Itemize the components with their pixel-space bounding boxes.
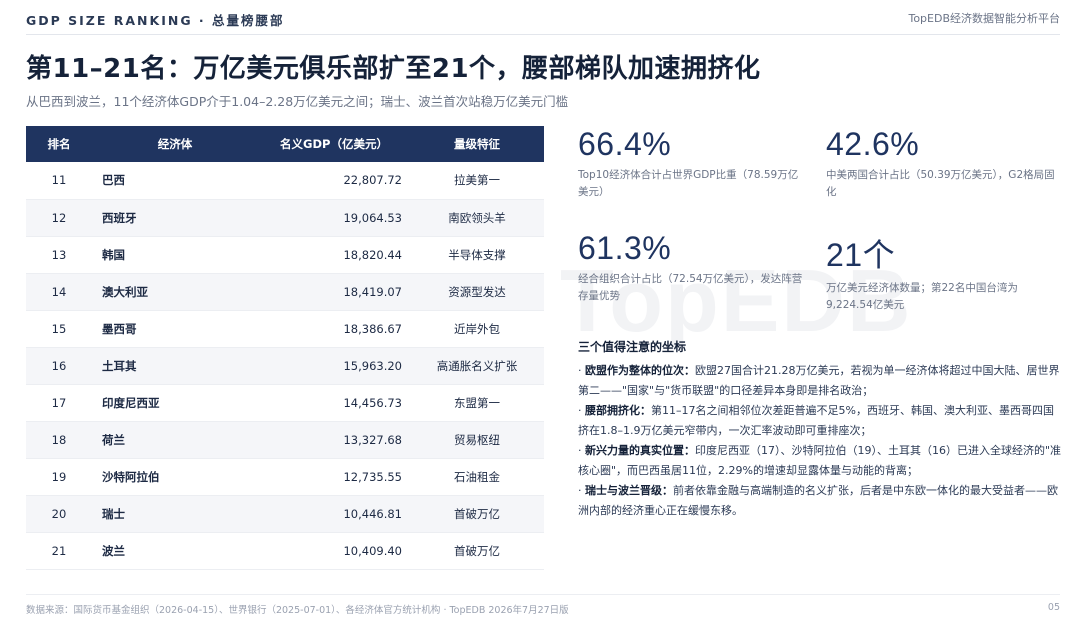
cell-gdp: 14,456.73 [343,395,402,410]
notes-section: 三个值得注意的坐标 · 欧盟作为整体的位次：欧盟27国合计21.28万亿美元，若… [578,338,1064,521]
cell-gdp: 19,064.53 [343,210,402,225]
notes-title: 三个值得注意的坐标 [578,340,687,354]
cell-economy: 沙特阿拉伯 [102,469,160,484]
note-lead: 欧盟作为整体的位次： [585,364,695,377]
cell-economy: 印度尼西亚 [102,395,160,410]
table-row: 11 巴西 22,807.72 拉美第一 [26,162,544,199]
page-title: 第11–21名：万亿美元俱乐部扩至21个，腰部梯队加速拥挤化 [26,54,761,84]
cell-economy: 墨西哥 [102,321,137,336]
cell-gdp: 18,386.67 [343,321,402,336]
top-bar: GDP SIZE RANKING · 总量榜腰部 TopEDB经济数据智能分析平… [26,10,1060,30]
cell-rank: 20 [51,506,67,521]
cell-rank: 15 [51,321,67,336]
cell-feature: 首破万亿 [454,506,500,521]
cell-gdp: 18,820.44 [343,247,402,262]
cell-feature: 半导体支撑 [448,247,506,262]
stat-card: 21个 万亿美元经济体数量；第22名中国台湾为9,224.54亿美元 [826,230,1056,314]
stat-description: Top10经济体合计占世界GDP比重（78.59万亿美元） [578,169,799,198]
cell-economy: 波兰 [102,543,125,558]
table-row: 21 波兰 10,409.40 首破万亿 [26,532,544,569]
page-number: 05 [1047,602,1060,613]
table-row: 18 荷兰 13,327.68 贸易枢纽 [26,421,544,458]
table-row: 15 墨西哥 18,386.67 近岸外包 [26,310,544,347]
cell-gdp: 13,327.68 [343,432,402,447]
cell-rank: 14 [51,284,67,299]
cell-feature: 高通胀名义扩张 [436,358,518,373]
stat-value: 61.3% [578,230,672,266]
bottom-divider [26,594,1060,595]
stat-description: 经合组织合计占比（72.54万亿美元），发达阵营存量优势 [578,273,803,302]
cell-rank: 16 [51,358,67,373]
cell-feature: 东盟第一 [454,395,500,410]
cell-feature: 近岸外包 [454,321,500,336]
note-lead: 腰部拥挤化： [585,404,651,417]
cell-economy: 瑞士 [102,506,125,521]
header-economy: 经济体 [157,137,193,151]
stat-card: 61.3% 经合组织合计占比（72.54万亿美元），发达阵营存量优势 [578,230,808,305]
table-row: 13 韩国 18,820.44 半导体支撑 [26,236,544,273]
source-footnote: 数据来源：国际货币基金组织（2026-04-15）、世界银行（2025-07-0… [26,605,569,616]
header-gdp: 名义GDP（亿美元） [280,137,388,151]
cell-rank: 17 [51,395,67,410]
section-label: GDP SIZE RANKING · 总量榜腰部 [26,13,285,28]
cell-economy: 巴西 [102,173,125,188]
cell-feature: 石油租金 [454,469,500,484]
cell-gdp: 10,446.81 [343,506,402,521]
cell-rank: 19 [51,469,67,484]
cell-feature: 首破万亿 [454,543,500,558]
cell-economy: 土耳其 [102,358,137,373]
cell-rank: 13 [51,247,67,262]
cell-gdp: 18,419.07 [343,284,402,299]
table-row: 16 土耳其 15,963.20 高通胀名义扩张 [26,347,544,384]
cell-economy: 西班牙 [102,210,137,225]
stat-value: 66.4% [578,126,672,162]
cell-gdp: 10,409.40 [343,543,402,558]
table-header-row: 排名 经济体 名义GDP（亿美元） 量级特征 [26,126,544,162]
stat-value: 21个 [826,237,896,273]
header-rank: 排名 [47,137,71,151]
cell-feature: 贸易枢纽 [454,432,500,447]
ranking-table: 排名 经济体 名义GDP（亿美元） 量级特征 11 巴西 22,807.72 拉美第一… [26,126,544,570]
note-item: · 瑞士与波兰晋级：前者依靠金融与高端制造的名义扩张，后者是中东欧一体化的最大受… [578,484,1058,517]
brand-label: TopEDB经济数据智能分析平台 [908,12,1060,25]
cell-gdp: 15,963.20 [343,358,402,373]
stat-card: 42.6% 中美两国合计占比（50.39万亿美元），G2格局固化 [826,126,1056,201]
cell-economy: 韩国 [102,247,125,262]
table-row: 14 澳大利亚 18,419.07 资源型发达 [26,273,544,310]
stat-card: 66.4% Top10经济体合计占世界GDP比重（78.59万亿美元） [578,126,808,201]
header-feature: 量级特征 [454,137,500,151]
note-item: · 欧盟作为整体的位次：欧盟27国合计21.28万亿美元，若视为单一经济体将超过… [578,364,1060,397]
table-row: 20 瑞士 10,446.81 首破万亿 [26,495,544,532]
stat-description: 中美两国合计占比（50.39万亿美元），G2格局固化 [826,169,1055,198]
page-subtitle: 从巴西到波兰，11个经济体GDP介于1.04–2.28万亿美元之间；瑞士、波兰首… [26,94,569,109]
cell-feature: 资源型发达 [448,284,506,299]
table-row: 12 西班牙 19,064.53 南欧领头羊 [26,199,544,236]
cell-gdp: 22,807.72 [343,173,402,188]
note-lead: 瑞士与波兰晋级： [585,484,673,497]
stat-value: 42.6% [826,126,920,162]
cell-rank: 21 [51,543,67,558]
table-row: 19 沙特阿拉伯 12,735.55 石油租金 [26,458,544,495]
cell-economy: 澳大利亚 [102,284,148,299]
cell-economy: 荷兰 [102,432,125,447]
table-row: 17 印度尼西亚 14,456.73 东盟第一 [26,384,544,421]
cell-gdp: 12,735.55 [343,469,402,484]
cell-rank: 18 [51,432,67,447]
note-item: · 腰部拥挤化：第11–17名之间相邻位次差距普遍不足5%，西班牙、韩国、澳大利… [578,404,1054,437]
note-item: · 新兴力量的真实位置：印度尼西亚（17）、沙特阿拉伯（19）、土耳其（16）已… [578,444,1062,477]
note-lead: 新兴力量的真实位置： [585,444,695,457]
stat-description: 万亿美元经济体数量；第22名中国台湾为9,224.54亿美元 [826,282,1018,311]
top-divider [26,34,1060,35]
cell-feature: 拉美第一 [454,173,500,188]
cell-feature: 南欧领头羊 [448,210,506,225]
cell-rank: 11 [51,173,67,188]
cell-rank: 12 [51,210,67,225]
